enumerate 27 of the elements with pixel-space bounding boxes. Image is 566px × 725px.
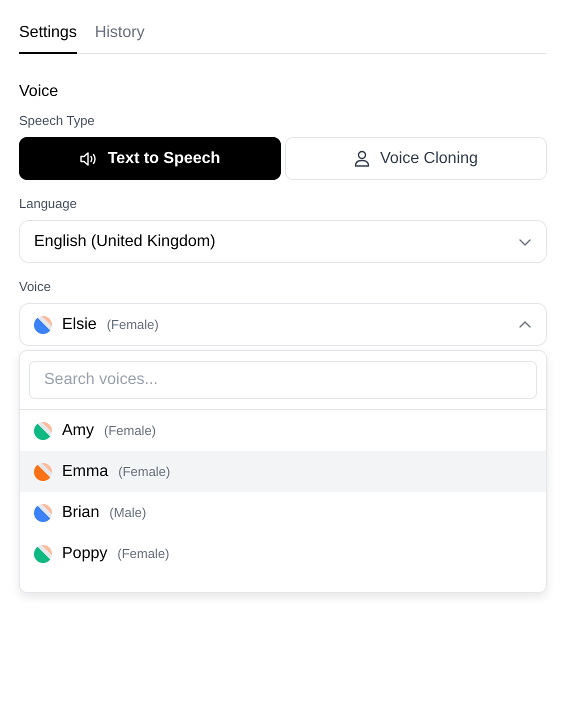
- tab[interactable]: History: [94, 18, 145, 54]
- voice-option[interactable]: Poppy (Female): [20, 533, 546, 574]
- voice-option[interactable]: Emma (Female): [20, 451, 546, 492]
- voice-select[interactable]: Elsie (Female): [19, 303, 547, 346]
- search-field[interactable]: Search voices...: [29, 361, 537, 399]
- voice-gender: (Female): [117, 546, 170, 561]
- field-label: Speech Type: [19, 113, 96, 128]
- voice-name: Amy: [62, 422, 94, 440]
- voice-name: Elsie: [62, 316, 97, 334]
- tab[interactable]: Settings: [19, 18, 77, 54]
- speaker-icon: [80, 150, 98, 166]
- voice-name: Emma: [62, 462, 108, 480]
- voice-gender: (Male): [109, 505, 146, 520]
- voice-gender: (Female): [104, 423, 156, 438]
- section-title: Voice: [19, 83, 60, 101]
- voice-name: Brian: [62, 504, 100, 522]
- language-select[interactable]: English (United Kingdom): [19, 220, 547, 263]
- speech-type-option[interactable]: Text to Speech: [19, 137, 281, 180]
- voice-option[interactable]: Brian (Male): [20, 492, 546, 533]
- voice-name: Poppy: [62, 544, 108, 562]
- voice-gender: (Female): [106, 317, 159, 332]
- person-icon: [354, 150, 370, 167]
- field-label: Language: [19, 196, 78, 211]
- field-label: Voice: [19, 279, 52, 294]
- voice-option[interactable]: Amy (Female): [20, 410, 546, 451]
- speech-type-option[interactable]: Voice Cloning: [285, 137, 547, 180]
- voice-gender: (Female): [118, 464, 170, 479]
